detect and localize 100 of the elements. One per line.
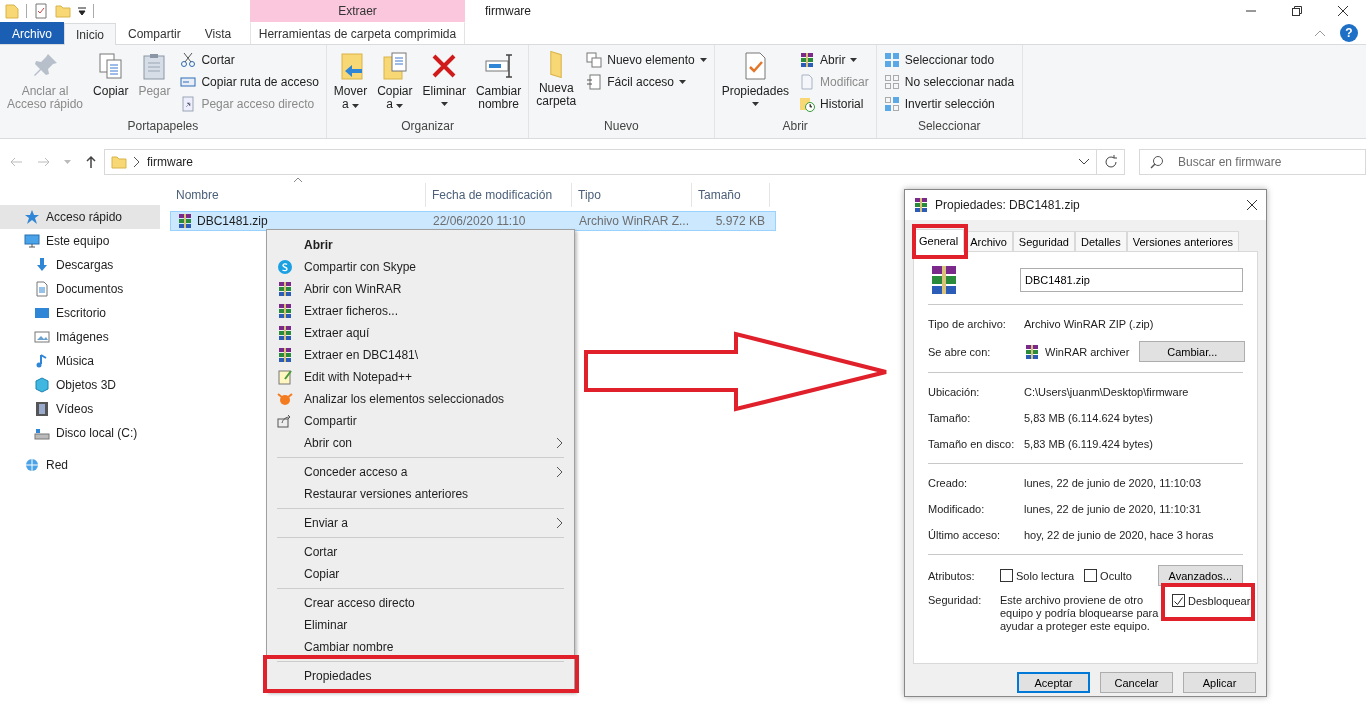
caret-icon (751, 102, 759, 106)
menu-item[interactable]: Abrir con WinRAR (269, 278, 572, 300)
ribbon-tab[interactable]: Herramientas de carpeta comprimida (250, 22, 465, 44)
ribbon-button[interactable]: Copiar a (374, 49, 416, 118)
property-value: hoy, 22 de junio de 2020, hace 3 horas (1024, 529, 1215, 541)
menu-item[interactable]: Abrir con (269, 432, 572, 454)
menu-item[interactable]: Abrir (269, 234, 572, 256)
sidebar-item[interactable]: Acceso rápido (0, 205, 160, 229)
skype-icon (277, 259, 293, 275)
checked-page-icon[interactable] (33, 3, 49, 19)
sidebar-item[interactable]: Documentos (0, 277, 160, 301)
change-button[interactable]: Cambiar... (1139, 341, 1246, 362)
history-icon (799, 96, 816, 112)
folder-icon (4, 3, 20, 19)
sidebar-item[interactable]: Música (0, 349, 160, 373)
ribbon-button[interactable]: No seleccionar nada (880, 71, 1018, 93)
ribbon-button[interactable]: Cortar (177, 49, 322, 71)
menu-item[interactable]: Compartir (269, 410, 572, 432)
sidebar-item[interactable]: Red (0, 453, 160, 477)
ribbon-button[interactable]: Copiar ruta de acceso (177, 71, 322, 93)
books-stack-icon (277, 303, 293, 319)
column-header[interactable]: Fecha de modificación (426, 183, 572, 207)
menu-item[interactable]: Extraer ficheros... (269, 300, 572, 322)
dialog-button[interactable]: Aplicar (1183, 672, 1256, 693)
column-header[interactable]: Tamaño (692, 183, 770, 207)
folder-icon (55, 3, 71, 19)
address-bar[interactable]: firmware (104, 149, 1097, 175)
ribbon-button[interactable]: Invertir selección (880, 93, 1018, 115)
column-header[interactable]: Nombre (170, 183, 426, 207)
menu-item[interactable]: Cortar (269, 541, 572, 563)
caret-icon[interactable] (64, 160, 71, 164)
menu-item[interactable]: Enviar a (269, 512, 572, 534)
dropdown-icon[interactable] (77, 6, 87, 16)
dialog-tab[interactable]: Versiones anteriores (1126, 231, 1239, 252)
ribbon-button[interactable]: Propiedades (718, 49, 793, 118)
chevron-down-icon[interactable] (1078, 158, 1090, 166)
property-value: WinRAR archiver (1045, 345, 1130, 358)
group-label: Nuevo (603, 118, 640, 135)
ribbon-button[interactable]: Nueva carpeta (533, 49, 580, 118)
file-name-field[interactable]: DBC1481.zip (1020, 268, 1243, 292)
refresh-icon (1102, 154, 1119, 170)
search-icon (1149, 154, 1165, 170)
menu-item[interactable]: Eliminar (269, 614, 572, 636)
ribbon-tab[interactable]: Archivo (0, 22, 64, 44)
dialog-tab[interactable]: Detalles (1075, 231, 1127, 252)
caret-icon (850, 58, 858, 62)
menu-item[interactable]: Extraer aquí (269, 322, 572, 344)
ribbon-button[interactable]: Fácil acceso (583, 71, 710, 93)
dialog-tab[interactable]: Seguridad (1012, 231, 1075, 252)
property-value: Archivo WinRAR ZIP (.zip) (1024, 318, 1155, 330)
sidebar-item[interactable]: Objetos 3D (0, 373, 160, 397)
help-button[interactable]: ? (1340, 24, 1358, 42)
menu-item[interactable]: Edit with Notepad++ (269, 366, 572, 388)
ribbon-button[interactable]: Seleccionar todo (880, 49, 1018, 71)
books-stack-icon (277, 281, 293, 297)
sidebar-item[interactable]: Vídeos (0, 397, 160, 421)
chevron-up-icon[interactable] (1314, 29, 1326, 37)
dialog-tab[interactable]: General (913, 229, 965, 252)
ribbon-button[interactable]: Nuevo elemento (583, 49, 710, 71)
dialog-button[interactable]: Aceptar (1017, 672, 1090, 693)
menu-item[interactable]: Extraer en DBC1481\ (269, 344, 572, 366)
grid-icon (883, 52, 900, 68)
menu-item[interactable]: Analizar los elementos seleccionados (269, 388, 572, 410)
property-value: C:\Users\juanm\Desktop\firmware (1024, 386, 1190, 398)
ribbon-button[interactable]: Historial (796, 93, 872, 115)
menu-item[interactable]: Propiedades (269, 665, 572, 687)
sidebar-item[interactable]: Disco local (C:) (0, 421, 160, 445)
menu-item[interactable]: Restaurar versiones anteriores (269, 483, 572, 505)
property-value: lunes, 22 de junio de 2020, 11:10:03 (1024, 477, 1203, 489)
ribbon-tab[interactable]: Inicio (64, 23, 117, 45)
dialog-button[interactable]: Cancelar (1100, 672, 1173, 693)
checkbox[interactable]: Oculto (1084, 569, 1132, 582)
ribbon-button[interactable]: Eliminar (419, 49, 469, 118)
property-label: Tamaño en disco: (928, 438, 1016, 450)
property-label: Seguridad: (928, 594, 983, 606)
ribbon-button[interactable]: Abrir (796, 49, 872, 71)
caret-icon (679, 80, 686, 84)
search-field[interactable]: Buscar en firmware (1139, 149, 1366, 175)
column-header[interactable]: Tipo (572, 183, 692, 207)
window-title: firmware (484, 3, 532, 20)
sidebar-item[interactable]: Descargas (0, 253, 160, 277)
ribbon-button[interactable]: Mover a (330, 49, 371, 118)
menu-item[interactable]: Crear acceso directo (269, 592, 572, 614)
ribbon-button[interactable]: Cambiar nombre (472, 49, 525, 118)
ribbon-button[interactable]: Copiar (90, 49, 132, 118)
restore-icon (1292, 6, 1302, 16)
sidebar-item[interactable]: Imágenes (0, 325, 160, 349)
monitor-icon (24, 233, 40, 249)
menu-item[interactable]: Conceder acceso a (269, 461, 572, 483)
file-row[interactable]: DBC1481.zip 22/06/2020 11:10 Archivo WinRAR Z... 5.972 KB (170, 211, 776, 231)
sidebar-item[interactable]: Escritorio (0, 301, 160, 325)
menu-item[interactable]: Compartir con Skype (269, 256, 572, 278)
refresh-button[interactable] (1097, 149, 1125, 175)
close-icon[interactable] (1246, 199, 1258, 211)
checkbox[interactable]: Solo lectura (1000, 569, 1075, 582)
checkbox[interactable]: Desbloquear (1172, 594, 1251, 607)
menu-item[interactable]: Copiar (269, 563, 572, 585)
address-path[interactable]: firmware (147, 155, 1072, 169)
sidebar-item[interactable]: Este equipo (0, 229, 160, 253)
menu-item[interactable]: Cambiar nombre (269, 636, 572, 658)
